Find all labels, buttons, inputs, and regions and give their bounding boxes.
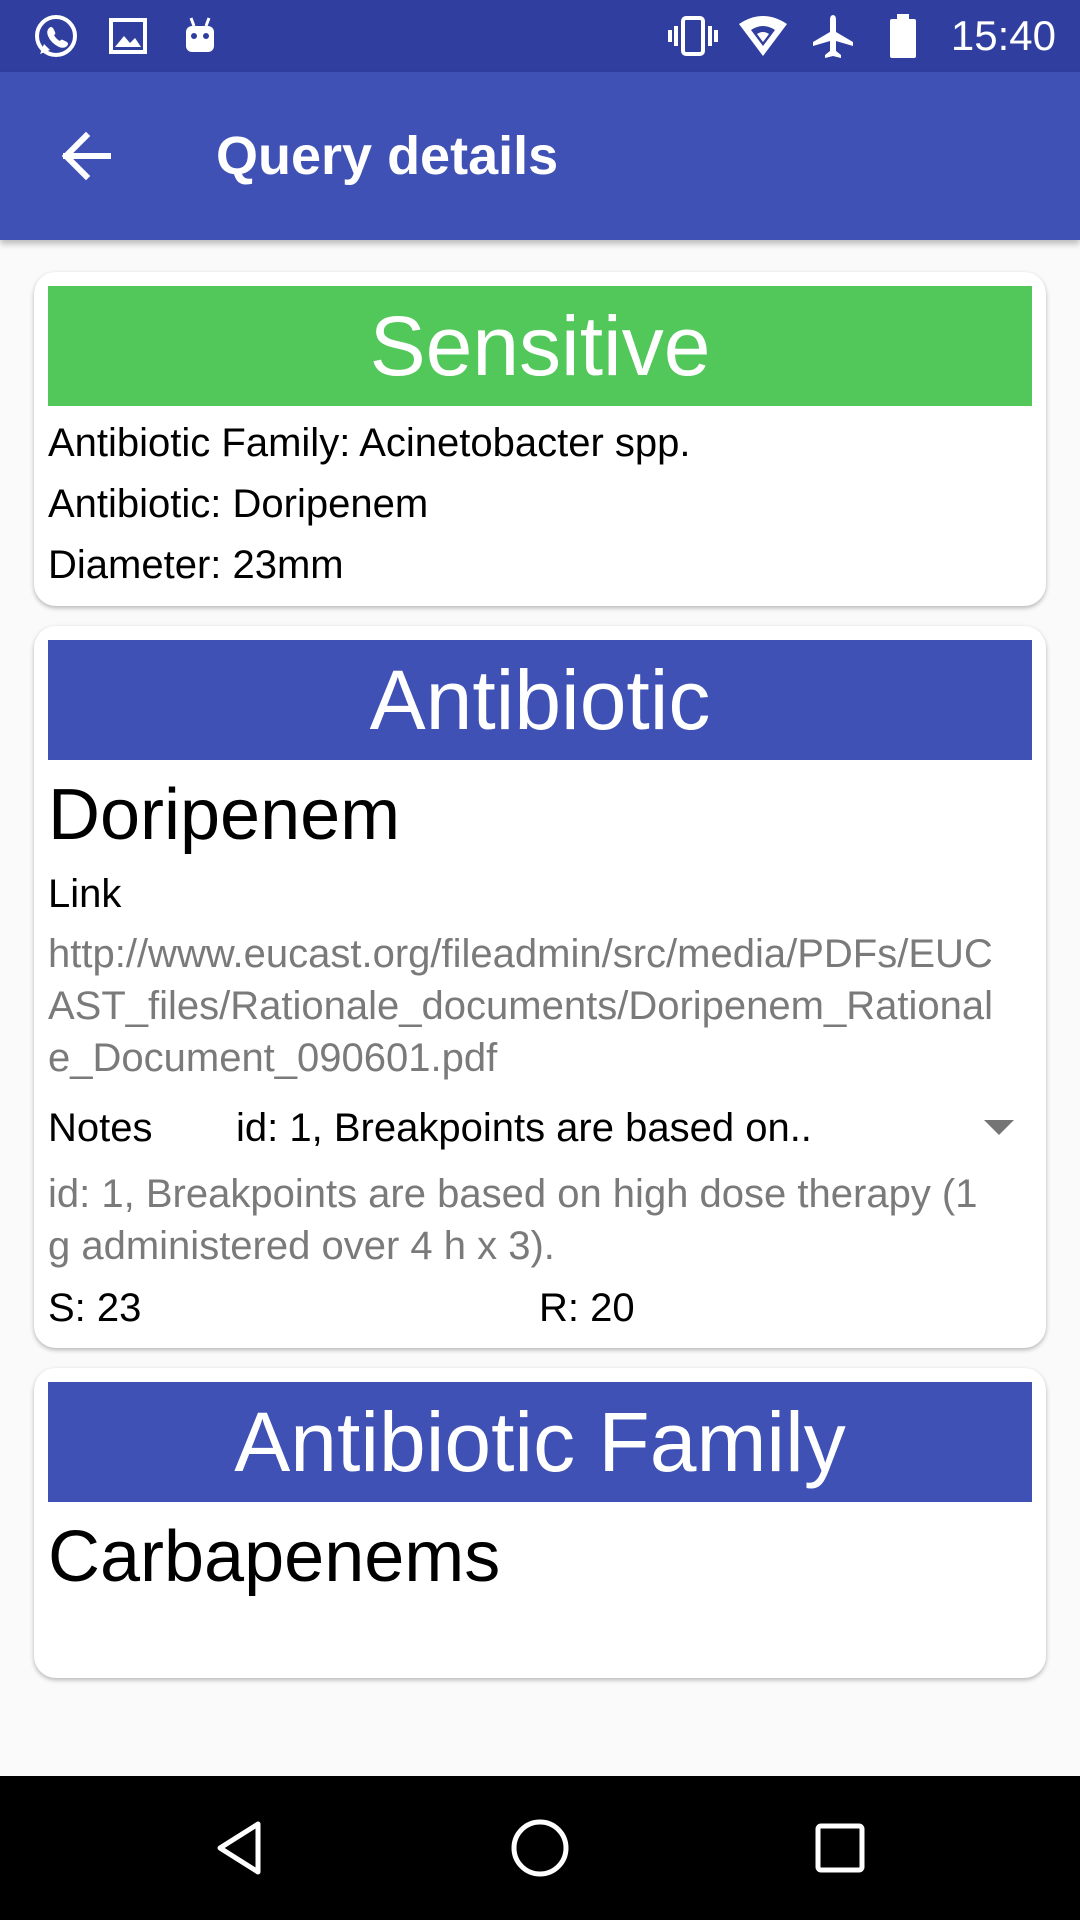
sensitivity-banner: Sensitive [48,286,1032,406]
s-breakpoint: S: 23 [48,1286,142,1330]
whatsapp-icon [30,10,82,62]
nav-home-button[interactable] [500,1808,580,1888]
dropdown-arrow-icon [984,1120,1014,1135]
home-circle-icon [511,1819,569,1877]
antibiotic-family-name: Carbapenems [48,1517,501,1597]
antibiotic-banner: Antibiotic [48,640,1032,760]
antibiotic-family-card: Antibiotic Family Carbapenems [34,1368,1046,1678]
back-button[interactable] [46,116,126,196]
back-triangle-icon [217,1821,261,1875]
notes-label: Notes [48,1106,153,1150]
antibiotic-card: Antibiotic Doripenem Link http://www.euc… [34,626,1046,1348]
wifi-icon [737,10,789,62]
diameter-line: Diameter: 23mm [48,543,344,587]
battery-icon [877,10,929,62]
gallery-icon [102,10,154,62]
airplane-icon [807,10,859,62]
toolbar: Query details [0,72,1080,240]
arrow-back-icon [61,131,111,181]
vibrate-icon [667,10,719,62]
result-card: Sensitive Antibiotic Family: Acinetobact… [34,272,1046,606]
notes-spinner[interactable]: Notes id: 1, Breakpoints are based on.. [48,1098,1032,1158]
status-bar: 15:40 [0,0,1080,72]
system-status-icons: 15:40 [649,10,1056,62]
nav-back-button[interactable] [200,1808,280,1888]
navigation-bar [0,1776,1080,1920]
link-url[interactable]: http://www.eucast.org/fileadmin/src/medi… [48,928,1008,1084]
android-debug-icon [174,10,226,62]
antibiotic-family-banner: Antibiotic Family [48,1382,1032,1502]
antibiotic-family-line: Antibiotic Family: Acinetobacter spp. [48,421,691,465]
r-breakpoint: R: 20 [539,1286,635,1330]
notification-icons [30,10,246,62]
screen: 15:40 Query details Sensitive Antibiotic… [0,0,1080,1920]
notes-text: id: 1, Breakpoints are based on high dos… [48,1172,978,1268]
notes-selected-value: id: 1, Breakpoints are based on.. [236,1106,812,1150]
link-label: Link [48,872,122,916]
nav-recents-button[interactable] [800,1808,880,1888]
recents-square-icon [815,1823,865,1873]
antibiotic-name: Doripenem [48,775,401,855]
antibiotic-line: Antibiotic: Doripenem [48,482,429,526]
page-title: Query details [216,126,559,186]
status-clock: 15:40 [950,12,1056,59]
